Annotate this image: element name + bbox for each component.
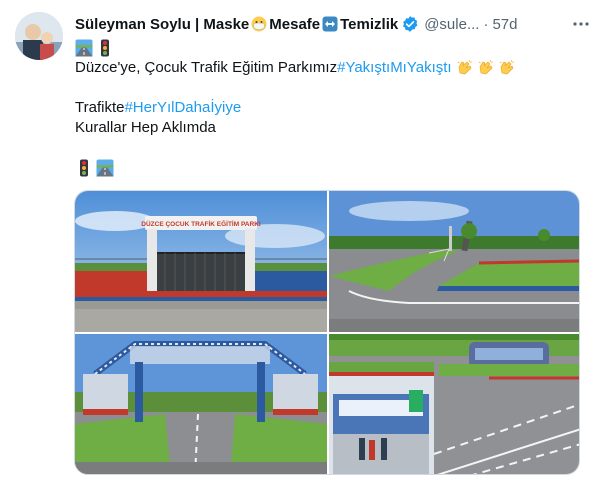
- tweet[interactable]: Süleyman Soylu | Maske Mesafe Temizlik @su…: [0, 0, 615, 480]
- separator-dot: ·: [483, 15, 489, 33]
- clapping-hands-group: [456, 59, 519, 77]
- emoji-line-top: [75, 38, 585, 58]
- gate-sign-text: DÜZCE ÇOCUK TRAFİK EĞİTİM PARKI: [141, 219, 261, 228]
- display-name-part2: Mesafe: [269, 15, 321, 33]
- clapping-hands-icon: [499, 59, 514, 75]
- photo-road-track[interactable]: [329, 191, 579, 332]
- tweet-text: Düzce'ye, Çocuk Trafik Eğitim Parkımız #…: [75, 38, 585, 178]
- tweet-line-2: Trafikte #HerYılDahaİyiye: [75, 98, 585, 118]
- photo-park-entrance[interactable]: DÜZCE ÇOCUK TRAFİK EĞİTİM PARKI: [75, 191, 327, 332]
- tweet-line-3: Kurallar Hep Aklımda: [75, 118, 585, 138]
- tweet-line-1: Düzce'ye, Çocuk Trafik Eğitim Parkımız #…: [75, 58, 585, 78]
- user-handle[interactable]: @sule...: [424, 16, 479, 33]
- motorway-emoji-icon: [75, 39, 93, 57]
- tweet-line-1-text: Düzce'ye, Çocuk Trafik Eğitim Parkımız: [75, 59, 338, 76]
- more-options-button[interactable]: [567, 10, 595, 38]
- display-name-part1: Süleyman Soylu | Maske: [75, 15, 250, 33]
- avatar[interactable]: [15, 12, 63, 60]
- display-name-part3: Temizlik: [340, 15, 399, 33]
- more-options-icon: [573, 22, 589, 26]
- display-name[interactable]: Süleyman Soylu | Maske Mesafe Temizlik: [75, 16, 398, 33]
- tweet-line-2-text: Trafikte: [75, 99, 125, 116]
- verified-badge-icon: [403, 16, 418, 32]
- traffic-light-icon: [80, 159, 88, 177]
- left-right-arrow-emoji-icon: [322, 16, 338, 31]
- tweet-line-3-text: Kurallar Hep Aklımda: [75, 119, 216, 136]
- mask-emoji-icon: [251, 16, 267, 31]
- hashtag-heryildahaiyiye[interactable]: #HerYılDahaİyiye: [124, 98, 241, 118]
- motorway-emoji-icon: [96, 159, 114, 177]
- traffic-light-icon: [101, 39, 109, 57]
- timestamp[interactable]: 57d: [492, 16, 517, 33]
- clapping-hands-icon: [457, 59, 472, 75]
- hashtag-yakistimiyakisti[interactable]: #YakıştıMıYakıştı: [337, 58, 451, 78]
- emoji-line-bottom: [75, 158, 585, 178]
- photo-mural-road[interactable]: [329, 334, 579, 474]
- media-grid: DÜZCE ÇOCUK TRAFİK EĞİTİM PARKI: [74, 190, 580, 475]
- photo-pedestrian-bridge[interactable]: [75, 334, 327, 474]
- tweet-header: Süleyman Soylu | Maske Mesafe Temizlik @su…: [75, 14, 595, 34]
- clapping-hands-icon: [478, 59, 493, 75]
